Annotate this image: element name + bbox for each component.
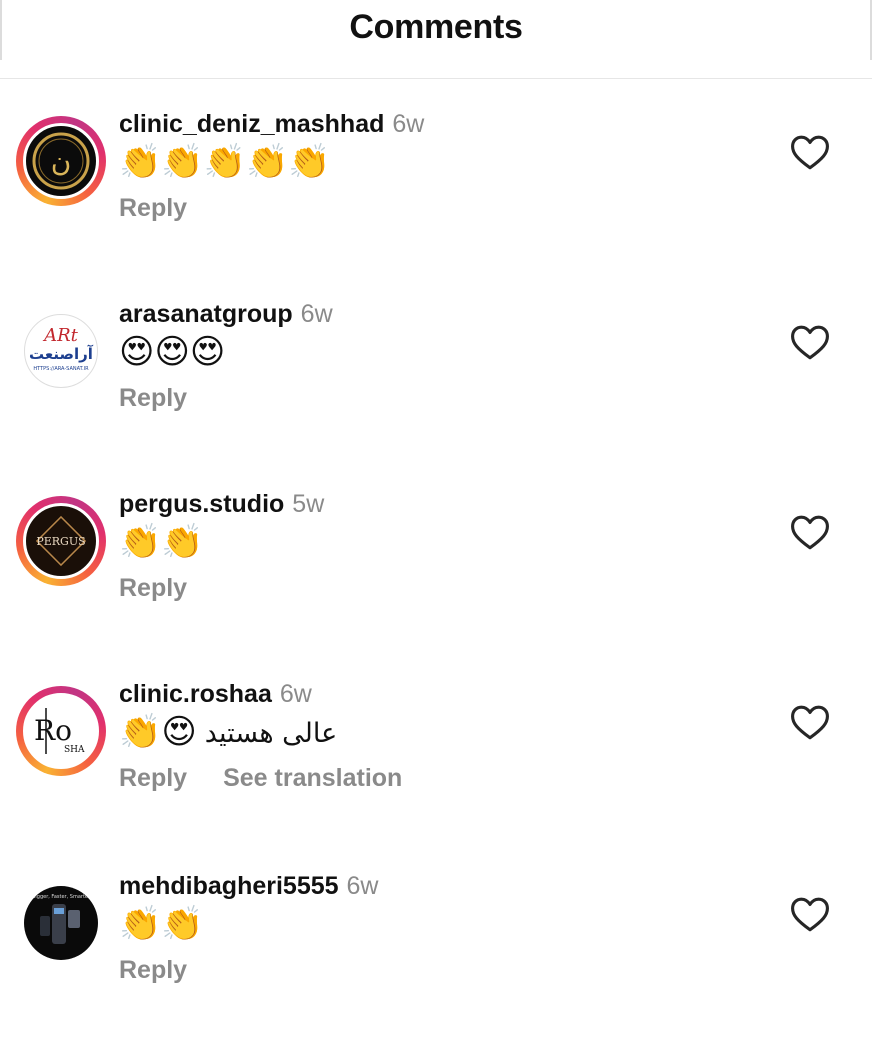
comment-time: 6w xyxy=(392,110,425,138)
username[interactable]: mehdibagheri5555 xyxy=(119,872,339,900)
see-translation-button[interactable]: See translation xyxy=(223,764,402,792)
comment-author[interactable]: mehdibagheri5555 6w xyxy=(119,872,379,901)
avatar[interactable]: ARt آراصنعت HTTPS://ARA-SANAT.IR xyxy=(24,314,98,388)
svg-text:PERGUS: PERGUS xyxy=(36,535,85,548)
comment-text: 👏👏 xyxy=(119,523,204,561)
avatar[interactable]: PERGUS xyxy=(23,503,99,579)
username[interactable]: clinic.roshaa xyxy=(119,680,272,708)
comment-time: 5w xyxy=(292,490,325,518)
comment-time: 6w xyxy=(346,872,379,900)
comment-text: 😍😍😍 xyxy=(119,333,226,371)
username[interactable]: clinic_deniz_mashhad xyxy=(119,110,384,138)
heart-outline-icon[interactable] xyxy=(788,700,832,744)
reply-button[interactable]: Reply xyxy=(119,574,187,602)
username[interactable]: pergus.studio xyxy=(119,490,284,518)
heart-outline-icon[interactable] xyxy=(788,510,832,554)
story-ring[interactable]: ن xyxy=(16,116,106,206)
comment-actions: Reply xyxy=(119,574,187,603)
page-title: Comments xyxy=(349,8,523,46)
comment-time: 6w xyxy=(300,300,333,328)
device-photo-icon: Bigger, Faster, Smarter xyxy=(32,894,91,944)
comment-item: ARt آراصنعت HTTPS://ARA-SANAT.IR arasana… xyxy=(0,284,872,474)
heart-outline-icon[interactable] xyxy=(788,320,832,364)
comment-item: PERGUS pergus.studio 5w 👏👏 Reply xyxy=(0,474,872,664)
comment-text: 👏👏👏👏👏 xyxy=(119,143,331,181)
avatar-text: ن xyxy=(51,145,72,178)
comment-persian-text: عالی هستید xyxy=(204,718,338,750)
comment-author[interactable]: clinic_deniz_mashhad 6w xyxy=(119,110,424,139)
comment-actions: Reply xyxy=(119,194,187,223)
reply-button[interactable]: Reply xyxy=(119,764,187,792)
comment-author[interactable]: clinic.roshaa 6w xyxy=(119,680,312,709)
clinic-logo-icon: ن xyxy=(32,132,90,190)
avatar-frame[interactable]: ARt آراصنعت HTTPS://ARA-SANAT.IR xyxy=(16,306,106,396)
comment-author[interactable]: arasanatgroup 6w xyxy=(119,300,333,329)
heart-outline-icon[interactable] xyxy=(788,130,832,174)
comment-item: Ro SHA clinic.roshaa 6w 👏😍 عالی هستید Repl… xyxy=(0,664,872,854)
pergus-logo-icon: PERGUS xyxy=(35,515,87,567)
roshaa-logo-icon: Ro SHA xyxy=(34,708,85,755)
comment-emoji: 👏😍 xyxy=(119,713,197,751)
svg-text:SHA: SHA xyxy=(64,745,85,755)
svg-text:HTTPS://ARA-SANAT.IR: HTTPS://ARA-SANAT.IR xyxy=(33,366,89,372)
arasanat-logo-icon: ARt آراصنعت HTTPS://ARA-SANAT.IR xyxy=(29,325,94,372)
comment-text: 👏👏 xyxy=(119,905,204,943)
avatar-frame[interactable]: Bigger, Faster, Smarter xyxy=(16,878,106,968)
heart-outline-icon[interactable] xyxy=(788,892,832,936)
avatar[interactable]: ن xyxy=(23,123,99,199)
svg-text:ARt: ARt xyxy=(42,325,79,346)
comment-text: 👏😍 عالی هستید xyxy=(119,710,337,756)
comment-actions: Reply xyxy=(119,956,187,985)
reply-button[interactable]: Reply xyxy=(119,194,187,222)
username[interactable]: arasanatgroup xyxy=(119,300,293,328)
comment-item: ن clinic_deniz_mashhad 6w 👏👏👏👏👏 Reply xyxy=(0,94,872,284)
svg-text:Ro: Ro xyxy=(34,714,72,747)
comment-actions: Reply See translation xyxy=(119,764,402,793)
reply-button[interactable]: Reply xyxy=(119,384,187,412)
comment-actions: Reply xyxy=(119,384,187,413)
reply-button[interactable]: Reply xyxy=(119,956,187,984)
svg-text:آراصنعت: آراصنعت xyxy=(29,345,94,363)
story-ring[interactable]: PERGUS xyxy=(16,496,106,586)
comment-time: 6w xyxy=(279,680,312,708)
avatar[interactable]: Ro SHA xyxy=(23,693,99,769)
story-ring[interactable]: Ro SHA xyxy=(16,686,106,776)
comments-header: Comments xyxy=(0,0,872,79)
comment-item: Bigger, Faster, Smarter mehdibagheri5555… xyxy=(0,856,872,1046)
avatar[interactable]: Bigger, Faster, Smarter xyxy=(24,886,98,960)
comment-author[interactable]: pergus.studio 5w xyxy=(119,490,324,519)
svg-text:Bigger, Faster, Smarter: Bigger, Faster, Smarter xyxy=(32,894,91,900)
